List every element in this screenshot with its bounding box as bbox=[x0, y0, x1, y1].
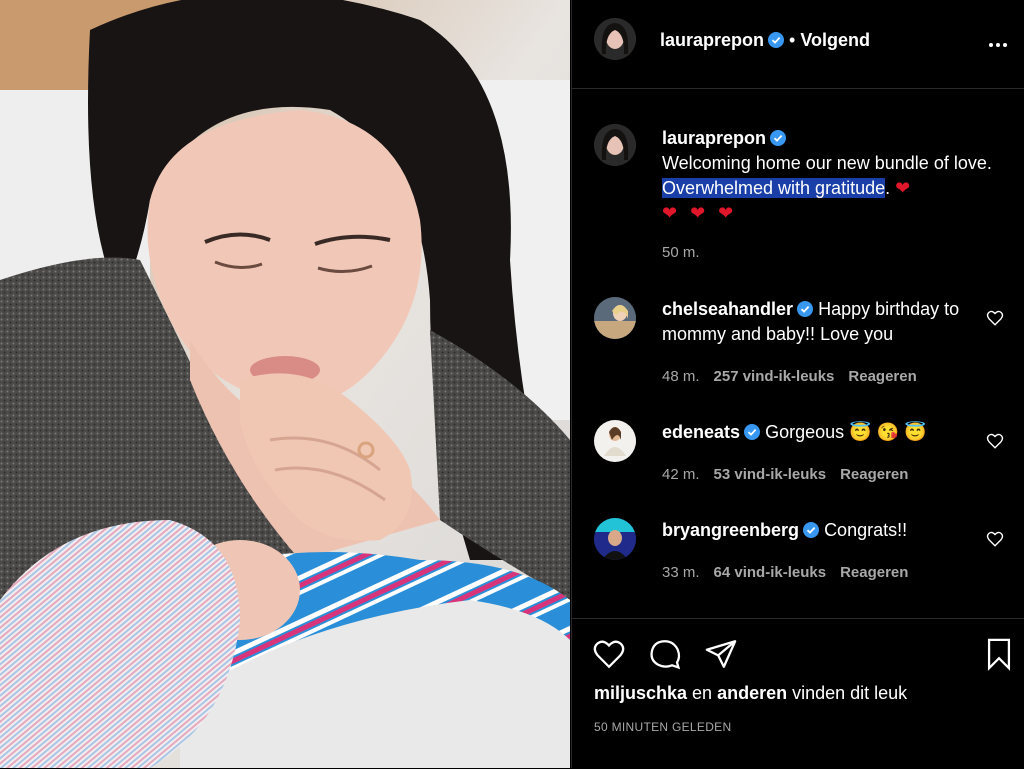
comment-username[interactable]: chelseahandler bbox=[662, 299, 793, 319]
comment-likes[interactable]: 53 vind-ik-leuks bbox=[714, 466, 827, 483]
more-options-icon[interactable] bbox=[989, 34, 1013, 48]
comment-item: bryangreenberg Congrats!! 33 m. 64 vind-i… bbox=[572, 518, 1024, 618]
comment-body: Gorgeous 😇 😘 😇 bbox=[765, 422, 927, 442]
verified-badge-icon bbox=[744, 424, 761, 440]
bookmark-icon[interactable] bbox=[982, 637, 1016, 671]
comment-item: edeneats Gorgeous 😇 😘 😇 42 m. 53 vind-ik-… bbox=[572, 420, 1024, 520]
caption-highlight: Overwhelmed with gratitude bbox=[662, 178, 886, 198]
caption-text: lauraprepon Welcoming home our new bundl… bbox=[662, 126, 1002, 226]
reply-button[interactable]: Reageren bbox=[840, 466, 908, 483]
follow-separator: • bbox=[789, 30, 796, 50]
post-photo[interactable] bbox=[0, 0, 570, 768]
heart-emoji-row: ❤ ❤ ❤ bbox=[662, 203, 738, 223]
liked-by-suffix: vinden dit leuk bbox=[787, 683, 908, 703]
heart-icon[interactable] bbox=[592, 637, 626, 671]
paper-plane-icon[interactable] bbox=[704, 637, 738, 671]
comment-item: chelseahandler Happy birthday to mommy a… bbox=[572, 297, 1024, 397]
verified-badge-icon bbox=[797, 301, 814, 317]
liked-by-summary: miljuschka en anderen vinden dit leuk bbox=[594, 683, 907, 704]
heart-icon[interactable] bbox=[986, 309, 1004, 327]
comment-time[interactable]: 42 m. bbox=[662, 466, 700, 483]
header-username[interactable]: lauraprepon bbox=[660, 30, 764, 50]
post-actions: miljuschka en anderen vinden dit leuk 50… bbox=[572, 618, 1024, 769]
post-header: lauraprepon • Volgend bbox=[572, 0, 1024, 89]
caption-username[interactable]: lauraprepon bbox=[662, 128, 766, 148]
reply-button[interactable]: Reageren bbox=[840, 564, 908, 581]
comment-meta: 48 m. 257 vind-ik-leuks Reageren bbox=[662, 368, 917, 385]
comment-body: Congrats!! bbox=[824, 520, 908, 540]
liked-by-others[interactable]: anderen bbox=[717, 683, 787, 703]
avatar[interactable] bbox=[594, 297, 636, 339]
heart-icon[interactable] bbox=[986, 432, 1004, 450]
comment-username[interactable]: bryangreenberg bbox=[662, 520, 799, 540]
comment-time[interactable]: 33 m. bbox=[662, 564, 700, 581]
verified-badge-icon bbox=[803, 522, 820, 538]
heart-icon[interactable] bbox=[986, 530, 1004, 548]
caption-body-end: . bbox=[885, 178, 896, 198]
follow-button[interactable]: Volgend bbox=[800, 30, 870, 50]
comment-text: chelseahandler Happy birthday to mommy a… bbox=[662, 297, 972, 347]
comment-text: bryangreenberg Congrats!! bbox=[662, 518, 972, 543]
verified-badge-icon bbox=[768, 32, 785, 48]
caption-time[interactable]: 50 m. bbox=[662, 244, 700, 261]
comment-username[interactable]: edeneats bbox=[662, 422, 740, 442]
avatar[interactable] bbox=[594, 518, 636, 560]
comment-likes[interactable]: 64 vind-ik-leuks bbox=[714, 564, 827, 581]
verified-badge-icon bbox=[770, 130, 787, 146]
comment-likes[interactable]: 257 vind-ik-leuks bbox=[714, 368, 835, 385]
avatar[interactable] bbox=[594, 420, 636, 462]
comment-meta: 33 m. 64 vind-ik-leuks Reageren bbox=[662, 564, 908, 581]
header-title: lauraprepon • Volgend bbox=[660, 30, 870, 51]
comment-icon[interactable] bbox=[648, 637, 682, 671]
comment-time[interactable]: 48 m. bbox=[662, 368, 700, 385]
caption-body: Welcoming home our new bundle of love. bbox=[662, 153, 992, 173]
comment-meta: 42 m. 53 vind-ik-leuks Reageren bbox=[662, 466, 908, 483]
comment-text: edeneats Gorgeous 😇 😘 😇 bbox=[662, 420, 972, 445]
heart-emoji: ❤ bbox=[895, 178, 915, 198]
avatar[interactable] bbox=[594, 18, 636, 60]
liked-by-user[interactable]: miljuschka bbox=[594, 683, 687, 703]
reply-button[interactable]: Reageren bbox=[848, 368, 916, 385]
avatar[interactable] bbox=[594, 124, 636, 166]
post-time-ago[interactable]: 50 MINUTEN GELEDEN bbox=[594, 720, 731, 734]
liked-by-connector: en bbox=[687, 683, 718, 703]
post-side-panel: lauraprepon • Volgend lauraprepon Welcom… bbox=[571, 0, 1024, 768]
